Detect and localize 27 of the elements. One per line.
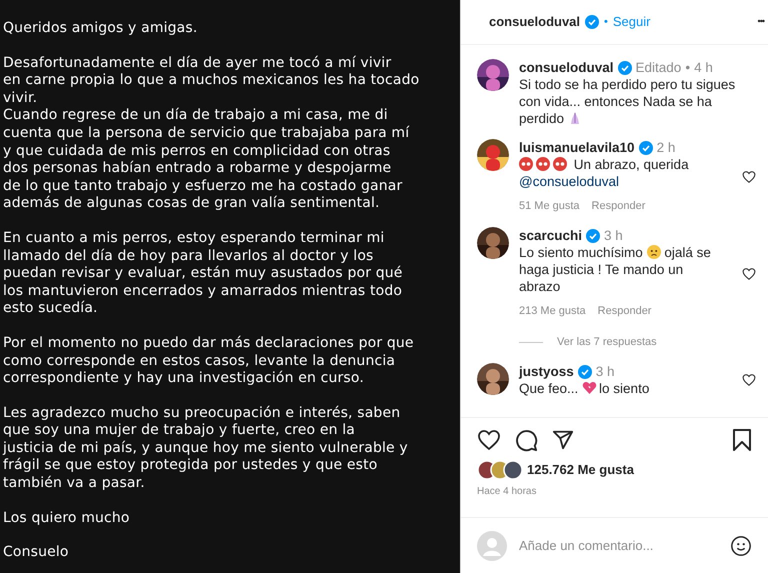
edited-label: Editado — [636, 59, 682, 76]
story-paragraph: Los quiero mucho — [3, 510, 131, 528]
separator-dot: • — [604, 14, 608, 30]
comment-text: Si todo se ha perdido pero tu sigues con vida... entonces Nada se ha perdido — [519, 76, 736, 127]
comment-time: 2 h — [656, 139, 676, 156]
comment-text: Lo siento muchísimo ojalá se haga justicia ! Te mando un abrazo — [519, 244, 712, 295]
more-options-button[interactable]: ••• — [758, 15, 764, 29]
username-link[interactable]: scarcuchi — [519, 227, 582, 244]
story-paragraph: En cuanto a mis perros, estoy esperando terminar mi llamado del día de hoy para llevarlos al doctor y los puedan revisar y evaluar, están muy asustados por qué los mantuvieron encerrados y amarrados mientras todo esto sucedía. — [3, 230, 404, 318]
post-time: Hace 4 horas — [477, 485, 538, 499]
story-paragraph: Queridos amigos y amigas. — [3, 20, 198, 38]
likes-count[interactable]: 125.762 Me gusta — [527, 460, 634, 480]
separator-dot: • — [685, 59, 690, 76]
username-link[interactable]: luismanuelavila10 — [519, 139, 635, 156]
comment-time: 3 h — [596, 363, 615, 380]
comment-input-field[interactable]: Añade un comentario... — [519, 536, 718, 556]
comment-time: 4 h — [694, 59, 713, 76]
comment-time: 3 h — [604, 227, 623, 244]
story-paragraph: Por el momento no puedo dar más declaraciones por que como corresponde en estos casos, levante la denuncia correspondiente y hay una investigación en curso. — [3, 334, 415, 388]
story-paragraph: Les agradezco mucho su preocupación e interés, saben que soy una mujer de trabajo y fuerte, creo en la justicia de mi país, y aunque hoy me siento vulnerable y frágil se que estoy protegida por ustedes y que esto también va a pasar. — [3, 404, 409, 493]
comment-text: Un abrazo, querida @consueloduval — [519, 156, 690, 190]
story-paragraph: Consuelo — [3, 544, 70, 562]
comment-text: Que feo... lo siento — [519, 380, 650, 397]
username-link[interactable]: consueloduval — [489, 12, 580, 32]
username-link[interactable]: consueloduval — [519, 59, 614, 76]
username-link[interactable]: justyoss — [519, 363, 574, 380]
story-paragraph: Desafortunadamente el día de ayer me tocó a mí vivir en carne propia lo que a muchos mexicanos les ha tocado vivir. Cuando regrese de un día de trabajo a mi casa, me di cuenta que la persona de servicio que trabajaba para mí y que cuidada de mis perros en complicidad con otras dos personas habían entrado a robarme y despojarme de lo que tanto trabajo y esfuerzo me ha costado ganar además de algunas cosas de gran valía sentimental. — [3, 54, 420, 213]
